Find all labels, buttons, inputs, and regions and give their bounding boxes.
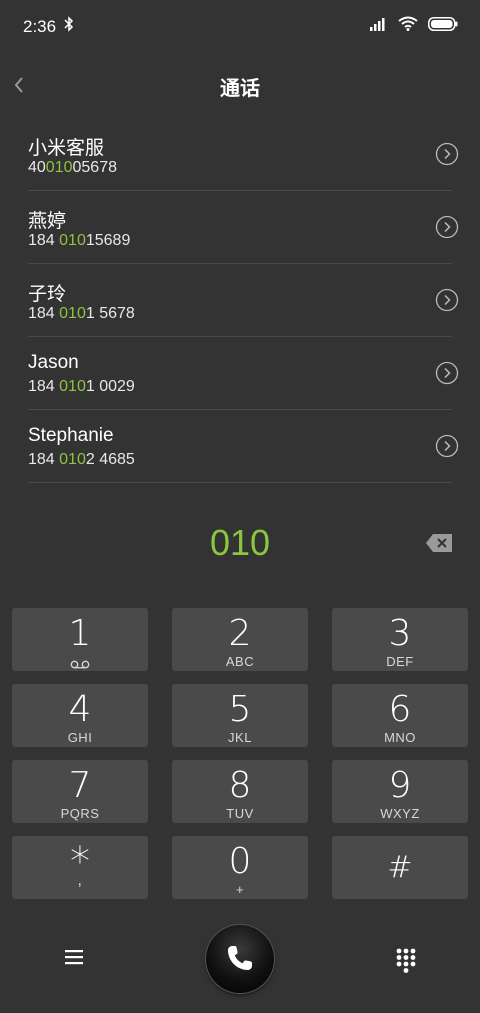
contact-row[interactable]: 子玲 184 0101 5678 bbox=[28, 264, 459, 337]
key-star[interactable]: * , bbox=[12, 836, 148, 899]
key-7[interactable]: 7 PQRS bbox=[12, 760, 148, 823]
chevron-right-circle-icon[interactable] bbox=[435, 215, 459, 239]
header: 通话 bbox=[0, 60, 480, 110]
key-2[interactable]: 2 ABC bbox=[172, 608, 308, 671]
signal-icon bbox=[370, 17, 388, 36]
wifi-icon bbox=[398, 16, 418, 36]
key-digit: 7 bbox=[68, 765, 92, 806]
key-letters: MNO bbox=[384, 730, 416, 745]
chevron-right-circle-icon[interactable] bbox=[435, 361, 459, 385]
contact-list: 小米客服 4001005678 燕婷 184 01015689 子玲 184 0… bbox=[28, 118, 459, 483]
contact-row[interactable]: Stephanie 184 0102 4685 bbox=[28, 410, 459, 483]
chevron-right-circle-icon[interactable] bbox=[435, 142, 459, 166]
chevron-right-circle-icon[interactable] bbox=[435, 288, 459, 312]
key-4[interactable]: 4 GHI bbox=[12, 684, 148, 747]
voicemail-icon bbox=[70, 656, 90, 674]
key-letters: JKL bbox=[228, 730, 252, 745]
key-0[interactable]: 0 + bbox=[172, 836, 308, 899]
contact-number: 184 0101 5678 bbox=[28, 305, 135, 322]
status-bar: 2:36 bbox=[0, 0, 480, 52]
key-letters: ABC bbox=[225, 654, 255, 669]
key-3[interactable]: 3 DEF bbox=[332, 608, 468, 671]
contact-name: Stephanie bbox=[28, 425, 114, 446]
call-button[interactable] bbox=[206, 925, 274, 993]
key-letters: , bbox=[77, 872, 83, 889]
key-digit: 2 bbox=[228, 613, 252, 654]
key-letters: WXYZ bbox=[380, 806, 420, 821]
dialed-number: 010 bbox=[209, 522, 271, 563]
menu-icon[interactable] bbox=[63, 947, 85, 967]
contact-name: 小米客服 bbox=[28, 138, 105, 159]
key-letters: DEF bbox=[386, 654, 414, 669]
key-digit: 3 bbox=[388, 613, 412, 654]
dialpad-icon[interactable] bbox=[395, 947, 417, 973]
backspace-icon[interactable] bbox=[425, 533, 453, 553]
contact-number: 184 01015689 bbox=[28, 232, 131, 249]
key-digit: 4 bbox=[68, 689, 92, 730]
key-digit: 0 bbox=[228, 841, 252, 882]
key-8[interactable]: 8 TUV bbox=[172, 760, 308, 823]
key-digit: 5 bbox=[228, 689, 252, 730]
key-digit: 9 bbox=[388, 765, 412, 806]
status-time: 2:36 bbox=[23, 17, 57, 36]
bluetooth-icon bbox=[64, 16, 74, 37]
page-title: 通话 bbox=[220, 78, 260, 100]
contact-row[interactable]: 燕婷 184 01015689 bbox=[28, 191, 459, 264]
key-digit: 6 bbox=[388, 689, 412, 730]
key-letters: + bbox=[235, 882, 245, 897]
key-9[interactable]: 9 WXYZ bbox=[332, 760, 468, 823]
key-6[interactable]: 6 MNO bbox=[332, 684, 468, 747]
chevron-right-circle-icon[interactable] bbox=[435, 434, 459, 458]
contact-row[interactable]: Jason 184 0101 0029 bbox=[28, 337, 459, 410]
contact-name: 燕婷 bbox=[28, 211, 67, 232]
bottom-bar bbox=[0, 925, 480, 995]
contact-name: Jason bbox=[28, 352, 79, 373]
key-hash[interactable]: # bbox=[332, 836, 468, 899]
key-5[interactable]: 5 JKL bbox=[172, 684, 308, 747]
contact-number: 184 0101 0029 bbox=[28, 378, 135, 395]
key-letters: PQRS bbox=[60, 806, 100, 821]
key-digit: 8 bbox=[228, 765, 252, 806]
contact-name: 子玲 bbox=[28, 284, 67, 305]
key-digit: 1 bbox=[68, 613, 92, 654]
contact-number: 4001005678 bbox=[28, 159, 117, 176]
key-digit: # bbox=[387, 849, 413, 885]
key-1[interactable]: 1 bbox=[12, 608, 148, 671]
key-letters: TUV bbox=[226, 806, 254, 821]
contact-number: 184 0102 4685 bbox=[28, 451, 135, 468]
key-letters: GHI bbox=[67, 730, 93, 745]
contact-row[interactable]: 小米客服 4001005678 bbox=[28, 118, 459, 191]
battery-icon bbox=[428, 16, 458, 36]
